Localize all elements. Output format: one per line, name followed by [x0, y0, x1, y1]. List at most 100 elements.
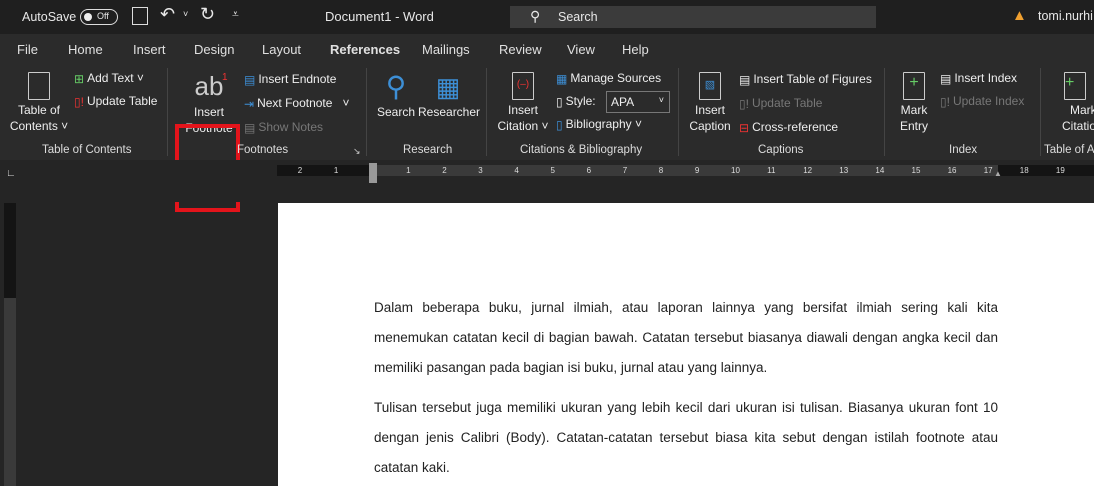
undo-dropdown-icon[interactable]: ˅ — [183, 9, 188, 19]
endnote-icon: ▤ — [244, 72, 256, 87]
label: Show Notes — [258, 120, 324, 134]
label: Insert — [694, 103, 725, 117]
divider — [1040, 68, 1041, 156]
label: Contents ˅ — [9, 119, 69, 133]
show-notes-icon: ▤ — [244, 120, 256, 135]
ruler-number: 9 — [694, 166, 700, 175]
bibliography-icon: ▯ — [556, 117, 563, 132]
label: Style: — [565, 94, 596, 108]
search-placeholder: Search — [558, 10, 598, 24]
ruler-number: 14 — [875, 166, 885, 175]
add-text-button[interactable]: ⊞ Add Text ˅ — [74, 71, 144, 86]
insert-index-button[interactable]: ▤ Insert Index — [940, 71, 1017, 86]
bibliography-button[interactable]: ▯ Bibliography ˅ — [556, 117, 642, 132]
insert-table-of-figures-button[interactable]: ▤ Insert Table of Figures — [739, 72, 872, 87]
next-footnote-icon: ⇥ — [244, 96, 255, 111]
chevron-down-icon: ˅ — [658, 95, 664, 105]
ruler-number: 3 — [478, 166, 483, 175]
tab-help[interactable]: Help — [622, 42, 649, 57]
ruler-number: 15 — [911, 166, 921, 175]
label: Entry — [899, 119, 928, 133]
document-paragraph[interactable]: Dalam beberapa buku, jurnal ilmiah, atau… — [374, 293, 998, 383]
cross-reference-button[interactable]: ⊟ Cross-reference — [739, 120, 838, 135]
document-paragraph[interactable]: Tulisan tersebut juga memiliki ukuran ya… — [374, 393, 998, 483]
vertical-ruler[interactable] — [4, 203, 16, 486]
tab-file[interactable]: File — [17, 42, 38, 57]
tab-mailings[interactable]: Mailings — [422, 42, 470, 57]
tab-layout[interactable]: Layout — [262, 42, 301, 57]
horizontal-ruler[interactable]: 2 1 1 2 3 4 5 6 7 8 9 10 11 12 13 14 15 16 17 18 19 — [277, 165, 1094, 176]
ruler-number: 10 — [731, 166, 740, 175]
update-table-button[interactable]: ▯! Update Table — [74, 94, 157, 109]
tab-references[interactable]: References — [330, 42, 401, 65]
tab-home[interactable]: Home — [68, 42, 103, 57]
undo-icon[interactable]: ↶ — [160, 4, 175, 25]
style-dropdown[interactable]: APA ˅ — [606, 91, 670, 113]
label: Mark — [900, 103, 928, 117]
chevron-down-icon[interactable]: ˅ — [342, 96, 349, 110]
ruler-number: 5 — [550, 166, 555, 175]
update-index-button: ▯! Update Index — [940, 94, 1024, 109]
document-title: Document1 - Word — [325, 9, 434, 24]
ruler-number: 6 — [586, 166, 592, 175]
researcher-button[interactable]: ▦ Researcher — [418, 70, 480, 120]
insert-citation-button[interactable]: (–) Insert Citation ˅ — [494, 72, 552, 134]
tab-view[interactable]: View — [567, 42, 595, 57]
tab-design[interactable]: Design — [194, 42, 234, 57]
group-label-research: Research — [403, 144, 453, 156]
mark-citation-button[interactable]: + Mark Citatio — [1058, 72, 1094, 134]
cross-reference-icon: ⊟ — [739, 120, 750, 135]
autosave-toggle[interactable]: Off — [80, 9, 118, 25]
label: Update Table — [86, 94, 158, 108]
manage-sources-button[interactable]: ▦ Manage Sources — [556, 71, 661, 86]
label: Table of — [17, 103, 61, 117]
divider — [678, 68, 679, 156]
style-value: APA — [611, 95, 635, 109]
next-footnote-button[interactable]: ⇥ Next Footnote ˅ — [244, 96, 349, 111]
user-name[interactable]: tomi.nurhi — [1038, 9, 1093, 23]
ruler-text-area — [373, 165, 998, 176]
insert-index-icon: ▤ — [940, 71, 952, 86]
researcher-icon: ▦ — [435, 72, 461, 102]
redo-icon[interactable]: ↻ — [200, 4, 215, 25]
update-table-figures-button: ▯! Update Table — [739, 96, 822, 111]
search-button[interactable]: ⚲ Search — [376, 70, 416, 120]
tab-selector-icon[interactable]: ∟ — [6, 168, 16, 179]
label: Insert Table of Figures — [753, 72, 872, 86]
add-text-icon: ⊞ — [74, 71, 85, 86]
customize-qat-icon[interactable]: ⩡ — [232, 7, 239, 22]
save-icon[interactable] — [132, 7, 148, 25]
citation-icon: (–) — [512, 72, 534, 100]
label: Manage Sources — [570, 71, 662, 85]
table-of-contents-button[interactable]: Table of Contents ˅ — [8, 72, 70, 134]
label: Citation ˅ — [497, 119, 549, 133]
label: Citatio — [1062, 119, 1094, 133]
label: Insert — [193, 105, 224, 119]
mark-entry-icon: + — [903, 72, 925, 100]
group-label-footnotes: Footnotes — [237, 144, 289, 156]
dialog-launcher-icon[interactable]: ↘ — [353, 146, 361, 157]
insert-endnote-button[interactable]: ▤ Insert Endnote — [244, 72, 336, 87]
divider — [884, 68, 885, 156]
mark-entry-button[interactable]: + Mark Entry — [893, 72, 935, 134]
label: Update Table — [751, 96, 823, 110]
mark-citation-icon: + — [1064, 72, 1086, 100]
ruler-number: 18 — [1019, 166, 1029, 175]
insert-caption-button[interactable]: ▧ Insert Caption — [686, 72, 734, 134]
ruler-number: 11 — [767, 166, 776, 175]
label: Mark — [1070, 103, 1094, 117]
tab-review[interactable]: Review — [499, 42, 542, 57]
tab-insert[interactable]: Insert — [133, 42, 166, 57]
style-icon: ▯ — [556, 94, 563, 109]
label: Next Footnote — [257, 96, 333, 110]
group-label-toa: Table of A — [1044, 144, 1094, 156]
label: Insert Index — [954, 71, 1018, 85]
label: Search — [376, 105, 416, 119]
document-page[interactable]: Dalam beberapa buku, jurnal ilmiah, atau… — [278, 203, 1094, 486]
ruler-number: 2 — [442, 166, 447, 175]
warning-icon[interactable]: ▲ — [1012, 7, 1027, 24]
indent-marker[interactable] — [369, 163, 377, 183]
footnote-icon-sup: 1 — [222, 72, 228, 83]
search-box[interactable]: ⚲ Search — [510, 6, 876, 28]
right-indent-marker[interactable]: ▲ — [994, 169, 1002, 178]
